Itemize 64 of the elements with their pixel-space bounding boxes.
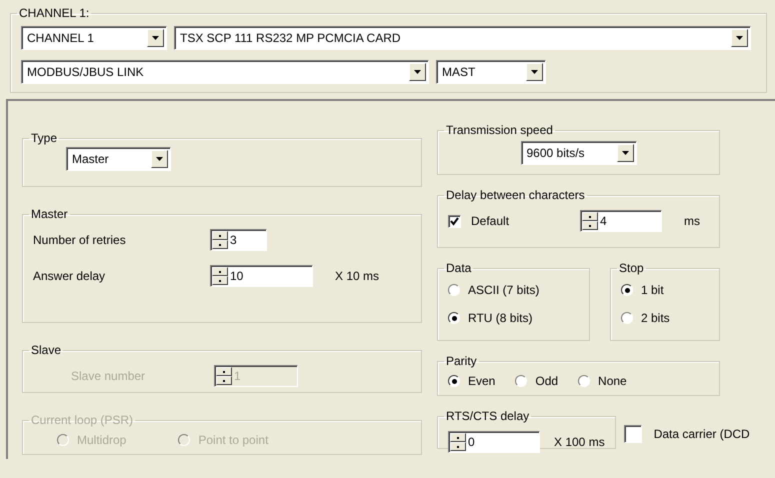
group-title: Current loop (PSR) <box>30 413 134 427</box>
radio-icon[interactable] <box>621 284 633 296</box>
checkbox[interactable]: Default <box>448 214 580 228</box>
spin-up-button[interactable] <box>582 212 598 221</box>
task-dropdown[interactable]: MAST <box>436 60 546 84</box>
group-title: Parity <box>445 354 478 368</box>
dropdown-button[interactable] <box>151 150 168 168</box>
spin-field[interactable]: 0 <box>448 431 540 453</box>
spin-up-button[interactable] <box>212 231 228 240</box>
group-title: CHANNEL 1: <box>18 6 90 20</box>
spin-up-button[interactable] <box>450 433 466 442</box>
radio-button[interactable]: ASCII (7 bits) <box>448 283 579 297</box>
group-title: Transmission speed <box>445 123 554 137</box>
protocol-dropdown[interactable]: MODBUS/JBUS LINK <box>21 60 429 84</box>
group-title: Delay between characters <box>445 188 586 202</box>
caret-icon <box>152 36 159 40</box>
dropdown-button[interactable] <box>731 29 748 47</box>
caret-icon <box>622 151 628 155</box>
unit-label: X 100 ms <box>554 435 605 449</box>
type-dropdown[interactable]: Master <box>66 147 171 171</box>
spin-field[interactable]: 4 <box>580 210 662 232</box>
caret-icon <box>531 70 538 74</box>
radio-button[interactable]: RTU (8 bits) <box>448 311 579 325</box>
radio-icon[interactable] <box>448 375 460 387</box>
group-title: Type <box>30 131 58 145</box>
spin-down-button[interactable] <box>582 221 598 230</box>
group-title: Slave <box>30 343 62 357</box>
spin-down-button[interactable] <box>450 442 466 451</box>
spin-down-button[interactable] <box>212 276 228 285</box>
unit-label: X 10 ms <box>335 269 380 283</box>
dropdown-button[interactable] <box>526 63 543 81</box>
group-title: Stop <box>618 261 645 275</box>
radio-icon[interactable] <box>515 375 528 387</box>
speed-dropdown[interactable]: 9600 bits/s <box>520 141 636 165</box>
radio-button[interactable]: Even <box>448 374 496 388</box>
spin-field[interactable]: 3 <box>210 229 267 251</box>
dropdown-button[interactable] <box>147 29 164 47</box>
dropdown-button[interactable] <box>616 144 634 162</box>
field-label: Answer delay <box>33 269 106 283</box>
spin-field[interactable]: 10 <box>210 265 313 287</box>
group-title: RTS/CTS delay <box>445 409 530 423</box>
checkbox[interactable]: Data carrier (DCD <box>624 425 750 443</box>
unit-label: ms <box>684 214 700 228</box>
channel-dropdown[interactable]: CHANNEL 1 <box>21 26 167 50</box>
radio-button[interactable]: Odd <box>515 374 558 388</box>
field-label: Number of retries <box>33 233 127 247</box>
radio-icon[interactable] <box>621 312 633 324</box>
radio-icon[interactable] <box>448 284 460 296</box>
card-dropdown[interactable]: TSX SCP 111 RS232 MP PCMCIA CARD <box>174 26 751 50</box>
radio-button[interactable]: None <box>578 374 627 388</box>
caret-icon <box>736 36 743 40</box>
check-icon <box>450 216 459 226</box>
spin-up-button[interactable] <box>212 267 228 276</box>
caret-icon <box>156 157 163 161</box>
field-label: Slave number <box>70 369 146 383</box>
radio-button[interactable]: 2 bits <box>621 311 709 325</box>
radio-icon[interactable] <box>578 375 590 387</box>
radio-icon[interactable] <box>448 312 460 324</box>
group-title: Data <box>445 261 472 275</box>
spin-down-button[interactable] <box>212 240 228 249</box>
dropdown-button[interactable] <box>409 63 426 81</box>
caret-icon <box>414 70 421 74</box>
group-title: Master <box>30 207 69 221</box>
radio-button[interactable]: 1 bit <box>621 283 709 297</box>
